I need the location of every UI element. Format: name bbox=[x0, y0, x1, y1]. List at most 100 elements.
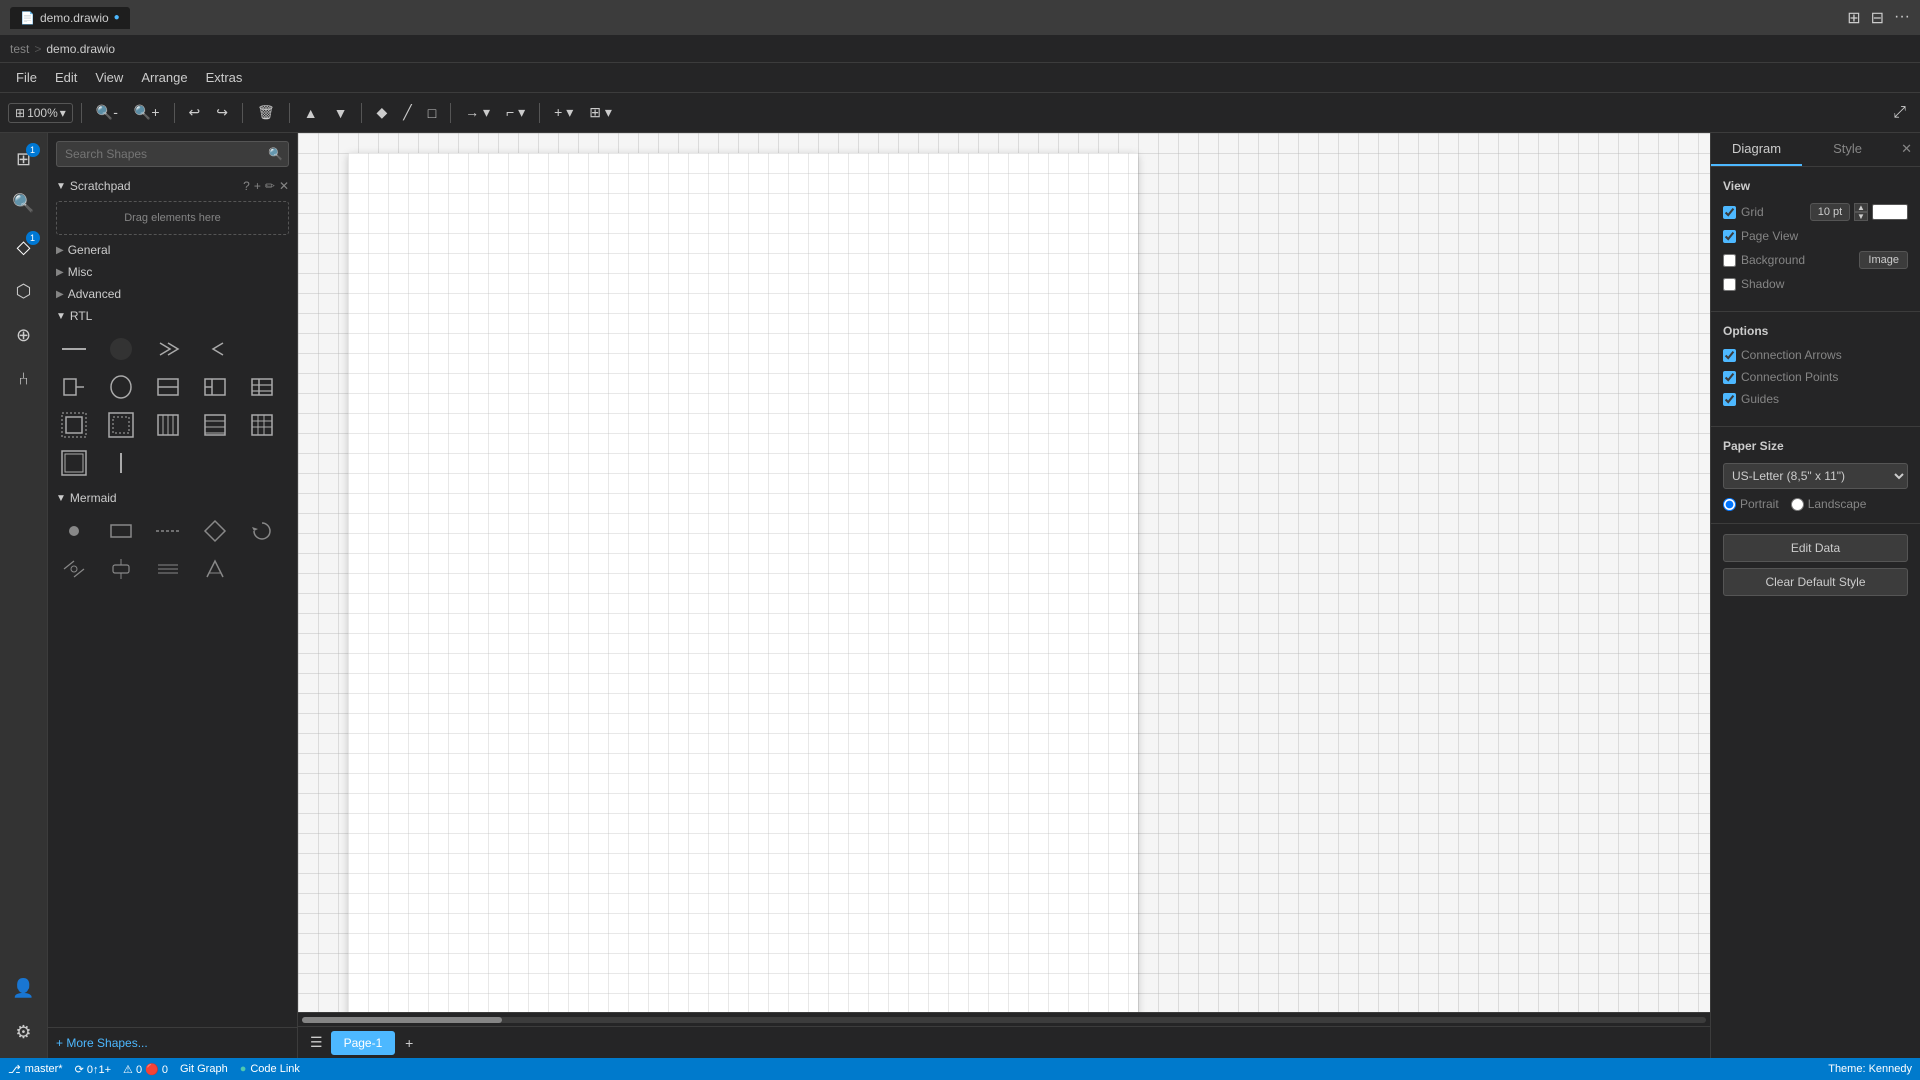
shape-btn[interactable]: □ bbox=[422, 102, 442, 124]
line-btn[interactable]: ╱ bbox=[397, 101, 417, 124]
sync-item[interactable]: ⟳ 0↑1+ bbox=[75, 1063, 111, 1076]
mermaid-line[interactable] bbox=[150, 513, 186, 549]
file-tab[interactable]: 📄 demo.drawio ● bbox=[10, 7, 130, 29]
mermaid-rect[interactable] bbox=[103, 513, 139, 549]
layout-icon[interactable]: ⊟ bbox=[1871, 8, 1884, 28]
rtl-shape-gate1[interactable] bbox=[56, 369, 92, 405]
page-menu-btn[interactable]: ☰ bbox=[306, 1032, 327, 1053]
clear-default-style-btn[interactable]: Clear Default Style bbox=[1723, 568, 1908, 596]
portrait-option[interactable]: Portrait bbox=[1723, 497, 1779, 511]
to-front-btn[interactable]: ▲ bbox=[298, 102, 324, 124]
scratchpad-edit[interactable]: ✏ bbox=[265, 179, 275, 193]
scratchpad-header[interactable]: ▼ Scratchpad ? + ✏ ✕ bbox=[48, 175, 297, 197]
scratchpad-help[interactable]: ? bbox=[243, 179, 250, 193]
category-advanced[interactable]: ▶ Advanced bbox=[48, 283, 297, 305]
scrollbar-thumb[interactable] bbox=[302, 1017, 502, 1023]
zoom-out-btn[interactable]: 🔍- bbox=[90, 101, 124, 124]
branch-item[interactable]: ⎇ master* bbox=[8, 1063, 63, 1076]
menu-view[interactable]: View bbox=[87, 67, 131, 88]
grid-label[interactable]: Grid bbox=[1723, 205, 1764, 219]
connection-arrows-checkbox[interactable] bbox=[1723, 349, 1736, 362]
mermaid-diamond[interactable] bbox=[197, 513, 233, 549]
to-back-btn[interactable]: ▼ bbox=[328, 102, 354, 124]
rtl-shape-rect-4split[interactable] bbox=[244, 369, 280, 405]
tab-style[interactable]: Style bbox=[1802, 133, 1893, 166]
mermaid-item-7[interactable] bbox=[103, 551, 139, 587]
more-shapes-btn[interactable]: + More Shapes... bbox=[56, 1036, 289, 1050]
canvas[interactable] bbox=[298, 133, 1710, 1012]
fit-page-btn[interactable]: ⤢ bbox=[1887, 101, 1912, 125]
connection-points-checkbox[interactable] bbox=[1723, 371, 1736, 384]
code-link-item[interactable]: ● Code Link bbox=[240, 1063, 300, 1075]
issues-item[interactable]: ⚠ 0 🔴 0 bbox=[123, 1063, 168, 1076]
rtl-shape-box-in[interactable] bbox=[103, 407, 139, 443]
diagram-btn[interactable]: ◇ 1 bbox=[6, 229, 42, 265]
zoom-selector[interactable]: ⊞ 100% ▾ bbox=[8, 103, 73, 123]
mermaid-header[interactable]: ▼ Mermaid bbox=[48, 487, 297, 509]
rtl-shape-vline[interactable] bbox=[103, 445, 139, 481]
connection-arrows-label[interactable]: Connection Arrows bbox=[1723, 348, 1842, 362]
portrait-radio[interactable] bbox=[1723, 498, 1736, 511]
rtl-shape-rect-split[interactable] bbox=[150, 369, 186, 405]
delete-btn[interactable]: 🗑 bbox=[251, 101, 281, 124]
rtl-shape-line[interactable] bbox=[56, 331, 92, 367]
category-general[interactable]: ▶ General bbox=[48, 239, 297, 261]
git-graph-item[interactable]: Git Graph bbox=[180, 1063, 228, 1075]
extensions-icon[interactable]: ⊞ bbox=[1847, 8, 1860, 28]
table-btn[interactable]: ⊞ ▾ bbox=[583, 101, 618, 124]
zoom-in-btn[interactable]: 🔍+ bbox=[128, 101, 166, 124]
connector-btn[interactable]: → ▾ bbox=[459, 101, 496, 124]
category-misc[interactable]: ▶ Misc bbox=[48, 261, 297, 283]
mermaid-item-9[interactable] bbox=[197, 551, 233, 587]
rtl-shape-rect-3split[interactable] bbox=[197, 369, 233, 405]
waypoint-btn[interactable]: ⌐ ▾ bbox=[500, 101, 531, 124]
rtl-shape-circle-filled[interactable] bbox=[103, 331, 139, 367]
paper-size-select[interactable]: US-Letter (8,5" x 11") A4 A3 Legal bbox=[1723, 463, 1908, 489]
account-btn[interactable]: 👤 bbox=[6, 970, 42, 1006]
guides-label[interactable]: Guides bbox=[1723, 392, 1779, 406]
rtl-shape-frame[interactable] bbox=[56, 445, 92, 481]
grid-size-input[interactable] bbox=[1810, 203, 1850, 221]
landscape-radio[interactable] bbox=[1791, 498, 1804, 511]
rtl-header[interactable]: ▼ RTL bbox=[48, 305, 297, 327]
breadcrumb-parent[interactable]: test bbox=[10, 42, 29, 56]
fill-btn[interactable]: ◆ bbox=[370, 101, 393, 124]
background-checkbox[interactable] bbox=[1723, 254, 1736, 267]
landscape-option[interactable]: Landscape bbox=[1791, 497, 1867, 511]
insert-btn[interactable]: + ▾ bbox=[548, 101, 579, 124]
search-btn[interactable]: 🔍 bbox=[6, 185, 42, 221]
search-input[interactable] bbox=[56, 141, 289, 167]
mermaid-dot[interactable] bbox=[56, 513, 92, 549]
shadow-label[interactable]: Shadow bbox=[1723, 277, 1784, 291]
edit-data-btn[interactable]: Edit Data bbox=[1723, 534, 1908, 562]
scratchpad-close[interactable]: ✕ bbox=[279, 179, 289, 193]
rtl-shape-empty[interactable] bbox=[244, 331, 280, 367]
rtl-shape-box-rows[interactable] bbox=[197, 407, 233, 443]
settings-btn[interactable]: ⚙ bbox=[6, 1014, 42, 1050]
background-label[interactable]: Background bbox=[1723, 253, 1805, 267]
mermaid-item-8[interactable] bbox=[150, 551, 186, 587]
menu-file[interactable]: File bbox=[8, 67, 45, 88]
explorer-btn[interactable]: ⊞ 1 bbox=[6, 141, 42, 177]
horizontal-scrollbar[interactable] bbox=[302, 1017, 1706, 1023]
menu-edit[interactable]: Edit bbox=[47, 67, 85, 88]
mermaid-item-6[interactable] bbox=[56, 551, 92, 587]
plugins-btn[interactable]: ⑃ bbox=[6, 361, 42, 397]
grid-up-btn[interactable]: ▲ bbox=[1854, 203, 1868, 212]
more-icon[interactable]: ··· bbox=[1894, 8, 1910, 28]
rtl-shape-box-lines[interactable] bbox=[150, 407, 186, 443]
background-image-btn[interactable]: Image bbox=[1859, 251, 1908, 269]
rtl-shape-arrow-left[interactable] bbox=[197, 331, 233, 367]
rtl-shape-box-both[interactable] bbox=[244, 407, 280, 443]
grid-checkbox[interactable] bbox=[1723, 206, 1736, 219]
shapes-btn[interactable]: ⬡ bbox=[6, 273, 42, 309]
undo-btn[interactable]: ↩ bbox=[183, 101, 207, 124]
page-tab-1[interactable]: Page-1 bbox=[331, 1031, 396, 1055]
mermaid-circle-arrows[interactable] bbox=[244, 513, 280, 549]
redo-btn[interactable]: ↪ bbox=[210, 101, 234, 124]
page-view-label[interactable]: Page View bbox=[1723, 229, 1798, 243]
grid-down-btn[interactable]: ▼ bbox=[1854, 212, 1868, 221]
rtl-shape-box-out[interactable] bbox=[56, 407, 92, 443]
scratchpad-add[interactable]: + bbox=[254, 179, 261, 193]
tab-diagram[interactable]: Diagram bbox=[1711, 133, 1802, 166]
